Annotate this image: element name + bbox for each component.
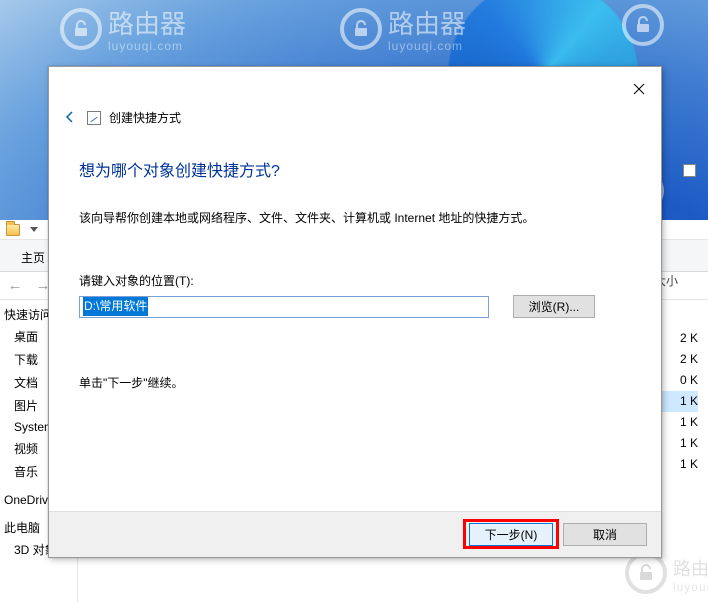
- watermark-lock-icon: [622, 4, 664, 46]
- browse-button[interactable]: 浏览(R)...: [513, 295, 595, 318]
- dialog-footer: 下一步(N) 取消: [49, 511, 661, 557]
- close-button[interactable]: [625, 75, 653, 103]
- watermark-site: luyouqi.com: [388, 39, 466, 53]
- dialog-title: 创建快捷方式: [109, 109, 181, 126]
- location-input[interactable]: D:\常用软件: [79, 296, 489, 318]
- next-button[interactable]: 下一步(N): [469, 523, 553, 546]
- select-all-checkbox[interactable]: [683, 164, 696, 177]
- cancel-button[interactable]: 取消: [563, 523, 647, 546]
- continue-hint: 单击"下一步"继续。: [79, 374, 631, 391]
- location-label: 请键入对象的位置(T):: [79, 272, 631, 289]
- create-shortcut-dialog: 创建快捷方式 想为哪个对象创建快捷方式? 该向导帮你创建本地或网络程序、文件、文…: [48, 66, 662, 558]
- watermark-site: luyouqi.com: [673, 580, 708, 594]
- shortcut-wizard-icon: [87, 111, 101, 125]
- watermark-brand: 路由器: [673, 559, 708, 579]
- nav-back-icon[interactable]: ←: [4, 277, 26, 294]
- watermark-site: luyouqi.com: [108, 39, 186, 53]
- dialog-description: 该向导帮你创建本地或网络程序、文件、文件夹、计算机或 Internet 地址的快…: [79, 209, 631, 228]
- folder-icon: [6, 224, 20, 236]
- watermark-brand: 路由器: [108, 9, 186, 39]
- watermark-lock-icon: [340, 8, 382, 50]
- dialog-question: 想为哪个对象创建快捷方式?: [79, 157, 631, 181]
- back-arrow-icon[interactable]: [63, 110, 79, 126]
- watermark-brand: 路由器: [388, 9, 466, 39]
- location-input-value: D:\常用软件: [83, 297, 148, 316]
- watermark-lock-icon: [60, 8, 102, 50]
- qat-dropdown-icon[interactable]: [30, 227, 38, 232]
